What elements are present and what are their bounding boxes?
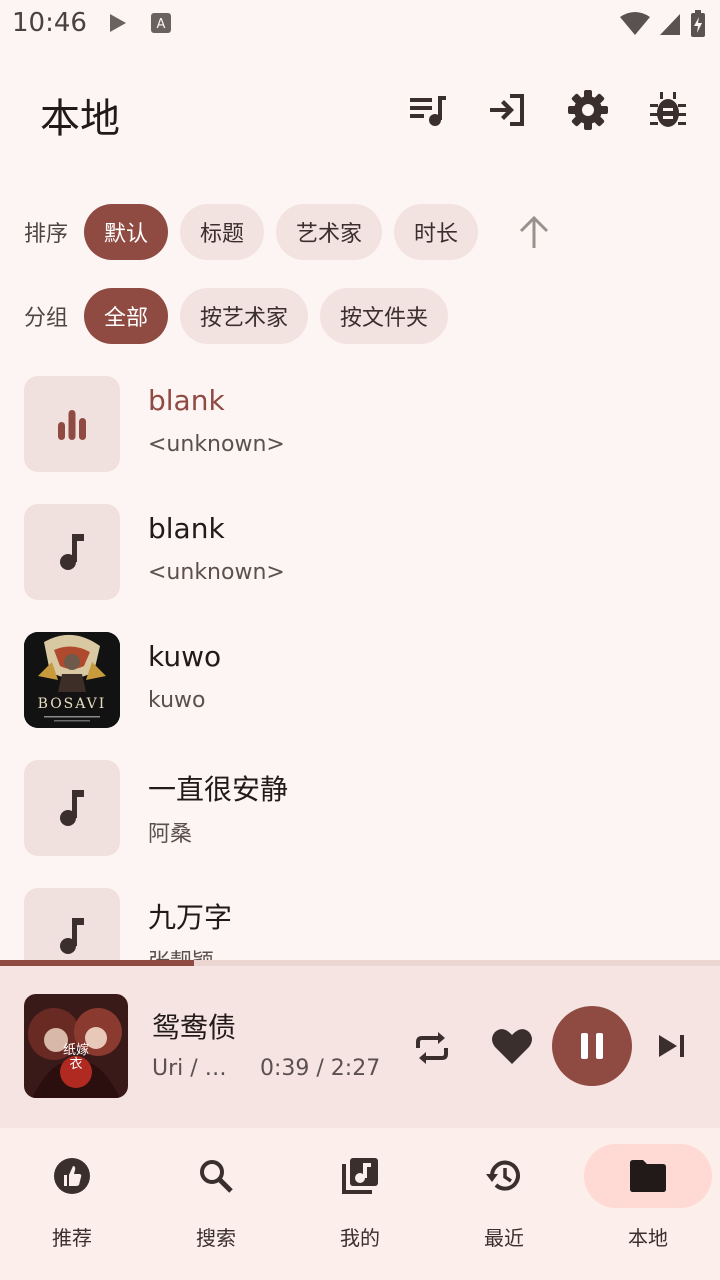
song-artist: <unknown> (148, 432, 285, 457)
song-thumb (24, 888, 120, 960)
sort-chip-title[interactable]: 标题 (180, 204, 265, 260)
next-button[interactable] (648, 1022, 696, 1070)
battery-charging-icon (690, 10, 706, 42)
nav-label: 本地 (628, 1226, 668, 1250)
library-music-icon (342, 1158, 378, 1194)
playlist-icon (410, 96, 446, 126)
music-note-icon (60, 534, 84, 570)
keyboard-a-icon: A (150, 12, 172, 38)
repeat-button[interactable] (408, 1024, 456, 1072)
nav-item-recent[interactable]: 最近 (440, 1144, 568, 1264)
now-playing-cover: 纸嫁衣 (24, 994, 128, 1098)
folder-icon (630, 1160, 666, 1192)
song-thumb (24, 376, 120, 472)
group-chip-all[interactable]: 全部 (84, 288, 169, 344)
nav-item-local[interactable]: 本地 (584, 1144, 712, 1264)
group-row: 分组 全部 按艺术家 按文件夹 (24, 288, 460, 344)
group-label: 分组 (24, 306, 69, 331)
heart-icon (492, 1029, 532, 1064)
sort-chip-default[interactable]: 默认 (84, 204, 169, 260)
nav-item-search[interactable]: 搜索 (152, 1144, 280, 1264)
song-title: blank (148, 512, 225, 545)
login-button[interactable] (488, 90, 528, 130)
bottom-navigation: 推荐 搜索 我的 最近 本地 (0, 1128, 720, 1280)
sort-label: 排序 (24, 222, 69, 247)
playback-progress-fill (0, 960, 195, 966)
nav-label: 推荐 (52, 1226, 92, 1250)
equalizer-icon (58, 410, 86, 440)
music-note-icon (60, 918, 84, 954)
search-icon (200, 1160, 233, 1193)
music-note-icon (60, 790, 84, 826)
sort-chip-duration[interactable]: 时长 (394, 204, 479, 260)
song-artist: 张靓颖 (148, 944, 214, 960)
playback-progress[interactable] (0, 960, 720, 966)
group-chip-by-artist[interactable]: 按艺术家 (180, 288, 309, 344)
group-chip-by-folder[interactable]: 按文件夹 (320, 288, 449, 344)
album-art: BOSAVI (24, 632, 120, 728)
debug-button[interactable] (648, 90, 688, 130)
wifi-icon (620, 12, 650, 40)
settings-icon (568, 90, 608, 130)
login-icon (490, 94, 524, 126)
signal-icon (658, 12, 682, 40)
song-item[interactable]: blank <unknown> (0, 488, 720, 616)
like-button[interactable] (488, 1022, 536, 1070)
skip-next-icon (659, 1035, 684, 1057)
sort-direction-button[interactable] (506, 204, 562, 260)
song-thumb (24, 504, 120, 600)
playlist-button[interactable] (408, 90, 448, 130)
nav-label: 搜索 (196, 1226, 236, 1250)
nav-item-recommend[interactable]: 推荐 (8, 1144, 136, 1264)
now-playing-time: 0:39 / 2:27 (260, 1056, 381, 1081)
arrow-up-icon (520, 215, 549, 248)
now-playing-title: 鸳鸯债 (152, 1011, 237, 1044)
song-item[interactable]: blank <unknown> (0, 360, 720, 488)
pause-button[interactable] (552, 1006, 632, 1086)
nav-label: 最近 (484, 1226, 524, 1250)
song-artist: <unknown> (148, 560, 285, 585)
song-item[interactable]: BOSAVI kuwo kuwo (0, 616, 720, 744)
repeat-icon (416, 1032, 448, 1064)
status-time: 10:46 (12, 8, 87, 38)
song-list: blank <unknown> blank <unknown> BOSAVI k… (0, 360, 720, 960)
status-bar: 10:46 A (0, 0, 720, 50)
cover-title-text: 纸嫁衣 (62, 1043, 89, 1072)
history-icon (486, 1160, 520, 1191)
page-title: 本地 (40, 96, 120, 142)
song-thumb (24, 760, 120, 856)
sort-chip-artist[interactable]: 艺术家 (276, 204, 383, 260)
song-title: blank (148, 384, 225, 417)
thumb-up-icon (54, 1158, 90, 1194)
sort-row: 排序 默认 标题 艺术家 时长 (24, 204, 562, 260)
song-artist: 阿桑 (148, 822, 193, 847)
top-app-bar: 本地 (0, 70, 720, 154)
nav-item-mine[interactable]: 我的 (296, 1144, 424, 1264)
song-title: kuwo (148, 640, 222, 673)
song-title: 一直很安静 (148, 773, 289, 806)
song-artist: kuwo (148, 688, 206, 713)
nav-label: 我的 (340, 1226, 380, 1250)
album-art-text: BOSAVI (37, 696, 107, 712)
mini-player[interactable]: 纸嫁衣 鸳鸯债 Uri / … 0:39 / 2:27 (0, 960, 720, 1128)
bug-icon (650, 92, 686, 127)
play-store-icon (108, 12, 128, 38)
now-playing-artist: Uri / … (152, 1056, 227, 1081)
settings-button[interactable] (568, 90, 608, 130)
song-title: 九万字 (148, 901, 233, 934)
pause-icon (581, 1033, 603, 1059)
song-item[interactable]: 九万字 张靓颖 (0, 872, 720, 960)
svg-text:A: A (157, 17, 166, 32)
song-item[interactable]: 一直很安静 阿桑 (0, 744, 720, 872)
